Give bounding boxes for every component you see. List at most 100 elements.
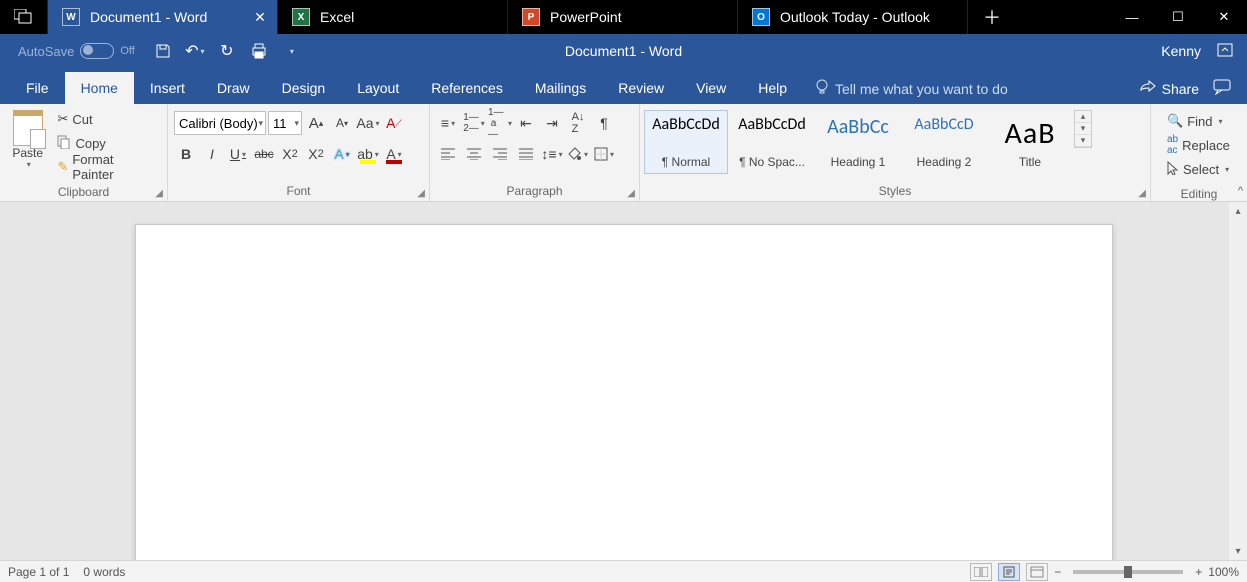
close-window-button[interactable]: ✕ xyxy=(1201,0,1247,34)
scroll-track[interactable] xyxy=(1229,220,1247,542)
gallery-down-icon[interactable]: ▾ xyxy=(1075,123,1091,135)
show-paragraph-marks-button[interactable]: ¶ xyxy=(592,111,616,135)
shrink-font-button[interactable]: A▾ xyxy=(330,111,354,135)
gallery-up-icon[interactable]: ▴ xyxy=(1075,111,1091,123)
style-heading-2[interactable]: AaBbCcD Heading 2 xyxy=(902,110,986,174)
paste-button[interactable]: Paste ▾ xyxy=(6,108,49,169)
share-button[interactable]: Share xyxy=(1140,80,1199,97)
replace-button[interactable]: abac Replace xyxy=(1163,134,1234,156)
font-size-combo[interactable]: 11▾ xyxy=(268,111,302,135)
multilevel-list-button[interactable]: 1— a—▾ xyxy=(488,111,512,135)
tab-review[interactable]: Review xyxy=(602,72,680,104)
sort-button[interactable]: A↓Z xyxy=(566,111,590,135)
tab-draw[interactable]: Draw xyxy=(201,72,266,104)
borders-button[interactable]: ▾ xyxy=(592,142,616,166)
page-indicator[interactable]: Page 1 of 1 xyxy=(8,565,69,579)
minimize-button[interactable]: — xyxy=(1109,0,1155,34)
text-effects-button[interactable]: A▾ xyxy=(330,142,354,166)
scroll-up-icon[interactable]: ▴ xyxy=(1229,202,1247,220)
font-name-combo[interactable]: Calibri (Body)▾ xyxy=(174,111,266,135)
tab-references[interactable]: References xyxy=(415,72,519,104)
gallery-more-icon[interactable]: ▾ xyxy=(1075,135,1091,147)
web-layout-button[interactable] xyxy=(1026,563,1048,581)
decrease-indent-button[interactable]: ⇤ xyxy=(514,111,538,135)
undo-button[interactable]: ↶▾ xyxy=(181,37,209,65)
shading-button[interactable]: ▾ xyxy=(566,142,590,166)
subscript-button[interactable]: X2 xyxy=(278,142,302,166)
style-heading-1[interactable]: AaBbCc Heading 1 xyxy=(816,110,900,174)
app-tab-excel[interactable]: X Excel xyxy=(278,0,508,34)
font-color-button[interactable]: A▾ xyxy=(382,142,406,166)
qat-customize-button[interactable]: ▾ xyxy=(277,37,305,65)
collapse-ribbon-button[interactable]: ^ xyxy=(1238,185,1243,197)
tab-view[interactable]: View xyxy=(680,72,742,104)
font-launcher[interactable]: ◢ xyxy=(417,188,425,199)
justify-button[interactable] xyxy=(514,142,538,166)
tab-file[interactable]: File xyxy=(10,72,65,104)
styles-launcher[interactable]: ◢ xyxy=(1138,188,1146,199)
tab-design[interactable]: Design xyxy=(266,72,342,104)
align-left-button[interactable] xyxy=(436,142,460,166)
align-center-button[interactable] xyxy=(462,142,486,166)
ribbon-home: Paste ▾ ✂ Cut Copy ✎ Format Painter xyxy=(0,104,1247,202)
style-normal[interactable]: AaBbCcDd ¶ Normal xyxy=(644,110,728,174)
paragraph-launcher[interactable]: ◢ xyxy=(627,188,635,199)
user-name[interactable]: Kenny xyxy=(1161,43,1201,59)
tab-home[interactable]: Home xyxy=(65,72,134,104)
find-button[interactable]: 🔍 Find▾ xyxy=(1163,110,1234,132)
style-title[interactable]: AaB Title xyxy=(988,110,1072,174)
quick-access-toolbar: AutoSave Off ↶▾ ↻ ▾ xyxy=(0,37,305,65)
format-painter-button[interactable]: ✎ Format Painter xyxy=(53,156,161,178)
ribbon-display-options-icon[interactable] xyxy=(1217,43,1233,60)
zoom-level[interactable]: 100% xyxy=(1208,565,1239,579)
clear-formatting-button[interactable]: A⟋ xyxy=(382,111,406,135)
numbering-button[interactable]: 1—2—▾ xyxy=(462,111,486,135)
increase-indent-button[interactable]: ⇥ xyxy=(540,111,564,135)
maximize-button[interactable]: ☐ xyxy=(1155,0,1201,34)
clipboard-launcher[interactable]: ◢ xyxy=(155,188,163,199)
app-tab-powerpoint[interactable]: P PowerPoint xyxy=(508,0,738,34)
copy-button[interactable]: Copy xyxy=(53,132,161,154)
style-no-spacing[interactable]: AaBbCcDd ¶ No Spac... xyxy=(730,110,814,174)
comments-icon[interactable] xyxy=(1213,79,1231,98)
scroll-down-icon[interactable]: ▾ xyxy=(1229,542,1247,560)
word-count[interactable]: 0 words xyxy=(83,565,125,579)
cut-button[interactable]: ✂ Cut xyxy=(53,108,161,130)
autosave-toggle[interactable]: AutoSave Off xyxy=(18,43,135,59)
app-tab-outlook[interactable]: O Outlook Today - Outlook xyxy=(738,0,968,34)
tab-layout[interactable]: Layout xyxy=(341,72,415,104)
align-right-button[interactable] xyxy=(488,142,512,166)
zoom-thumb[interactable] xyxy=(1124,566,1132,578)
save-button[interactable] xyxy=(149,37,177,65)
line-spacing-button[interactable]: ↕≡▾ xyxy=(540,142,564,166)
underline-button[interactable]: U▾ xyxy=(226,142,250,166)
document-page[interactable] xyxy=(135,224,1113,560)
bullets-button[interactable]: ≡▾ xyxy=(436,111,460,135)
highlight-color-button[interactable]: ab▾ xyxy=(356,142,380,166)
quick-print-button[interactable] xyxy=(245,37,273,65)
zoom-slider[interactable] xyxy=(1073,570,1183,574)
new-tab-button[interactable]: ＋ xyxy=(968,0,1016,34)
task-view-icon[interactable] xyxy=(0,0,48,34)
change-case-button[interactable]: Aa▾ xyxy=(356,111,380,135)
bold-button[interactable]: B xyxy=(174,142,198,166)
read-mode-button[interactable] xyxy=(970,563,992,581)
select-button[interactable]: Select▾ xyxy=(1163,158,1234,180)
tab-help[interactable]: Help xyxy=(742,72,803,104)
redo-button[interactable]: ↻ xyxy=(213,37,241,65)
italic-button[interactable]: I xyxy=(200,142,224,166)
superscript-button[interactable]: X2 xyxy=(304,142,328,166)
vertical-scrollbar[interactable]: ▴ ▾ xyxy=(1229,202,1247,560)
print-layout-button[interactable] xyxy=(998,563,1020,581)
tell-me-search[interactable]: Tell me what you want to do xyxy=(803,79,1020,98)
strikethrough-button[interactable]: abc xyxy=(252,142,276,166)
group-paragraph: ≡▾ 1—2—▾ 1— a—▾ ⇤ ⇥ A↓Z ¶ xyxy=(430,104,640,201)
styles-gallery-scroll[interactable]: ▴ ▾ ▾ xyxy=(1074,110,1092,148)
tab-insert[interactable]: Insert xyxy=(134,72,201,104)
tab-mailings[interactable]: Mailings xyxy=(519,72,602,104)
zoom-in-button[interactable]: + xyxy=(1195,565,1202,579)
zoom-out-button[interactable]: − xyxy=(1054,565,1061,579)
close-tab-icon[interactable]: ✕ xyxy=(251,8,269,26)
grow-font-button[interactable]: A▴ xyxy=(304,111,328,135)
app-tab-word[interactable]: W Document1 - Word ✕ xyxy=(48,0,278,34)
